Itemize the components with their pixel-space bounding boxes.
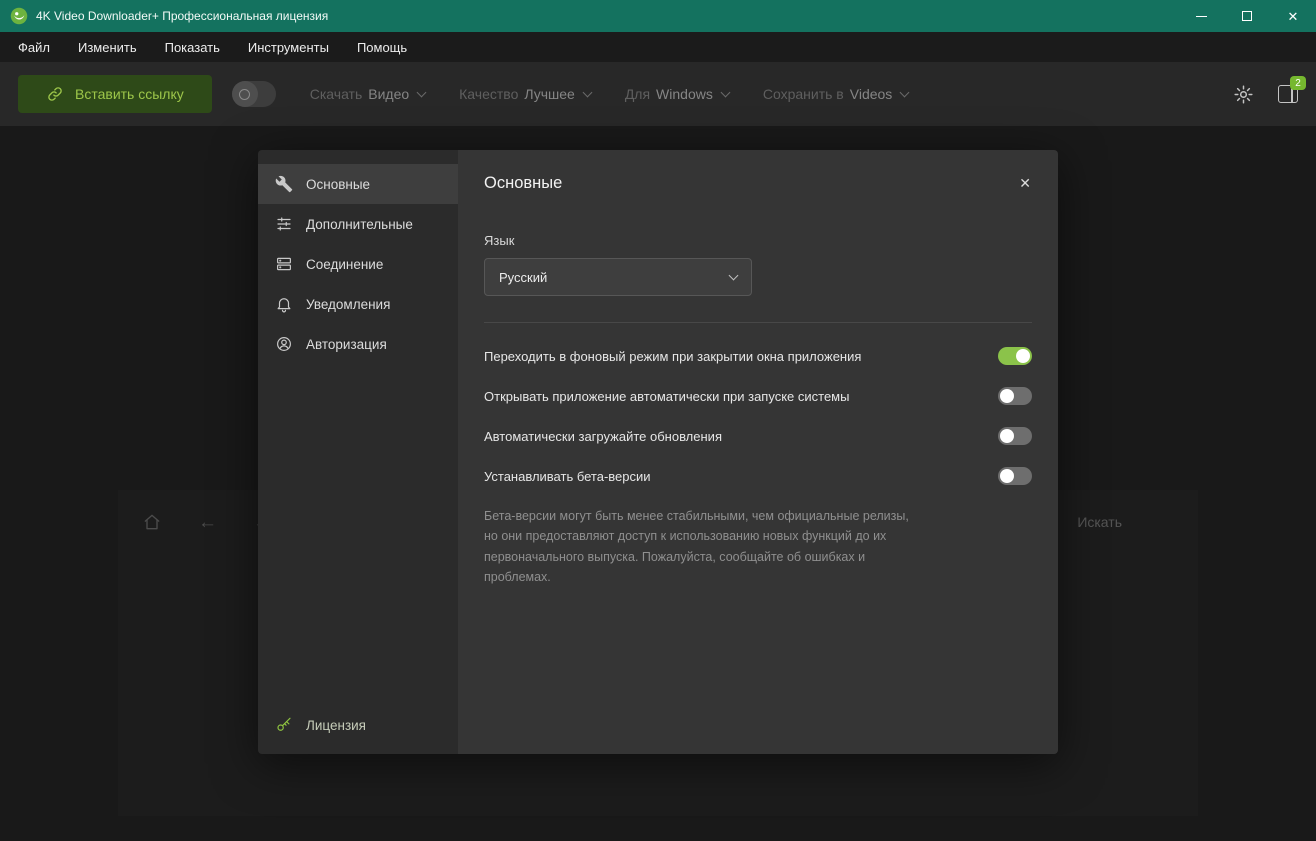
settings-nav-item-label: Основные	[306, 177, 370, 192]
settings-toggle-list: Переходить в фоновый режим при закрытии …	[484, 336, 1032, 496]
toggle-switch[interactable]	[998, 347, 1032, 365]
settings-nav-item-label: Соединение	[306, 257, 383, 272]
settings-content: Основные ✕ Язык Русский Переходить в фон…	[458, 150, 1058, 754]
settings-nav-item[interactable]: Дополнительные	[258, 204, 458, 244]
setting-toggle-row: Переходить в фоновый режим при закрытии …	[484, 336, 1032, 376]
setting-toggle-label: Автоматически загружайте обновления	[484, 429, 722, 444]
menu-item[interactable]: Помощь	[343, 32, 421, 62]
dropdown-label: Скачать	[310, 86, 363, 102]
settings-nav-item[interactable]: Авторизация	[258, 324, 458, 364]
titlebar: 4K Video Downloader+ Профессиональная ли…	[0, 0, 1316, 32]
menu-item[interactable]: Изменить	[64, 32, 151, 62]
toolbar-dropdown[interactable]: Сохранить в Videos	[763, 86, 908, 102]
settings-nav-item[interactable]: Соединение	[258, 244, 458, 284]
settings-nav-list: Основные Дополнительные Соединение	[258, 164, 458, 364]
app-logo-icon	[10, 7, 28, 25]
license-nav-item[interactable]: Лицензия	[275, 716, 366, 734]
toolbar-dropdown[interactable]: Скачать Видео	[310, 86, 425, 102]
dropdown-value: Лучшее	[524, 86, 574, 102]
menubar: Файл Изменить Показать Инструменты Помощ…	[0, 32, 1316, 62]
app-window: 4K Video Downloader+ Профессиональная ли…	[0, 0, 1316, 841]
setting-toggle-label: Устанавливать бета-версии	[484, 469, 651, 484]
settings-gear-icon[interactable]	[1233, 84, 1254, 105]
dropdown-value: Videos	[850, 86, 893, 102]
toolbar: Вставить ссылку Скачать Видео Качество Л…	[0, 62, 1316, 126]
wrench-icon	[275, 175, 293, 193]
menu-item[interactable]: Инструменты	[234, 32, 343, 62]
toolbar-dropdown[interactable]: Качество Лучшее	[459, 86, 591, 102]
settings-nav-item-label: Уведомления	[306, 297, 390, 312]
maximize-icon	[1242, 11, 1252, 21]
setting-toggle-row: Открывать приложение автоматически при з…	[484, 376, 1032, 416]
smart-mode-toggle[interactable]	[232, 81, 276, 107]
setting-toggle-label: Открывать приложение автоматически при з…	[484, 389, 849, 404]
language-label: Язык	[484, 233, 1032, 248]
notification-badge: 2	[1290, 76, 1306, 90]
link-icon	[46, 85, 64, 103]
smart-mode-knob-icon	[232, 81, 258, 107]
settings-nav-item-label: Авторизация	[306, 337, 387, 352]
beta-note: Бета-версии могут быть менее стабильными…	[484, 506, 922, 587]
toggle-switch[interactable]	[998, 427, 1032, 445]
close-icon: ✕	[1288, 10, 1299, 23]
language-select-value: Русский	[499, 270, 547, 285]
dropdown-label: Качество	[459, 86, 518, 102]
toolbar-dropdown[interactable]: Для Windows	[625, 86, 729, 102]
divider	[484, 322, 1032, 323]
setting-toggle-row: Устанавливать бета-версии	[484, 456, 1032, 496]
settings-nav-item-label: Дополнительные	[306, 217, 413, 232]
menu-item[interactable]: Файл	[4, 32, 64, 62]
minimize-button[interactable]	[1178, 0, 1224, 32]
close-button[interactable]: ✕	[1270, 0, 1316, 32]
setting-toggle-label: Переходить в фоновый режим при закрытии …	[484, 349, 861, 364]
paste-link-label: Вставить ссылку	[75, 86, 184, 102]
chevron-down-icon	[729, 271, 739, 281]
menu-item[interactable]: Показать	[151, 32, 234, 62]
toggle-switch[interactable]	[998, 467, 1032, 485]
dropdown-value: Видео	[368, 86, 409, 102]
settings-page-title: Основные	[484, 174, 1032, 193]
chevron-down-icon	[417, 87, 427, 97]
main-area: ← → Искать Основные	[0, 126, 1316, 841]
maximize-button[interactable]	[1224, 0, 1270, 32]
bell-icon	[275, 295, 293, 313]
settings-dialog: Основные Дополнительные Соединение	[258, 150, 1058, 754]
minimize-icon	[1196, 16, 1207, 17]
downloads-panel-button[interactable]: 2	[1278, 85, 1298, 103]
dropdown-value: Windows	[656, 86, 713, 102]
connection-icon	[275, 255, 293, 273]
toolbar-right: 2	[1233, 84, 1298, 105]
chevron-down-icon	[900, 87, 910, 97]
dropdown-label: Сохранить в	[763, 86, 844, 102]
paste-link-button[interactable]: Вставить ссылку	[18, 75, 212, 113]
toolbar-dropdowns: Скачать Видео Качество Лучшее Для Window…	[310, 86, 909, 102]
window-controls: ✕	[1178, 0, 1316, 32]
dropdown-label: Для	[625, 86, 650, 102]
settings-sidebar: Основные Дополнительные Соединение	[258, 150, 458, 754]
settings-nav-item[interactable]: Основные	[258, 164, 458, 204]
sliders-icon	[275, 215, 293, 233]
settings-nav-item[interactable]: Уведомления	[258, 284, 458, 324]
window-title: 4K Video Downloader+ Профессиональная ли…	[36, 9, 328, 23]
person-icon	[275, 335, 293, 353]
chevron-down-icon	[582, 87, 592, 97]
toggle-switch[interactable]	[998, 387, 1032, 405]
dialog-close-button[interactable]: ✕	[1019, 175, 1031, 192]
setting-toggle-row: Автоматически загружайте обновления	[484, 416, 1032, 456]
language-select[interactable]: Русский	[484, 258, 752, 296]
key-icon	[275, 716, 293, 734]
license-label: Лицензия	[306, 718, 366, 733]
chevron-down-icon	[720, 87, 730, 97]
